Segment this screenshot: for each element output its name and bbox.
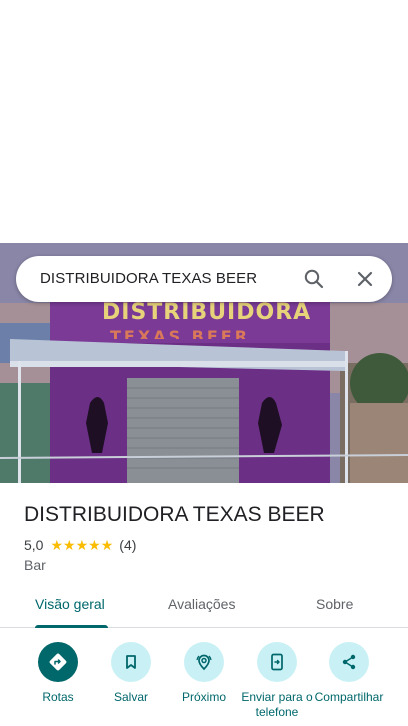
tab-reviews[interactable]: Avaliações: [168, 596, 235, 612]
directions-label: Rotas: [42, 690, 74, 704]
send-to-phone-button[interactable]: Enviar para o telefone: [237, 642, 317, 726]
tab-active-indicator: [35, 625, 108, 628]
save-button[interactable]: Salvar: [91, 642, 171, 705]
place-title: DISTRIBUIDORA TEXAS BEER: [24, 503, 325, 526]
send-to-phone-icon[interactable]: [257, 642, 297, 682]
review-count[interactable]: (4): [119, 537, 136, 553]
directions-icon[interactable]: [38, 642, 78, 682]
send-to-phone-label: Enviar para o telefone: [241, 690, 313, 719]
place-category: Bar: [24, 557, 46, 573]
star-icon: ★: [88, 537, 101, 553]
share-icon[interactable]: [329, 642, 369, 682]
search-icon[interactable]: [302, 267, 326, 291]
map-area[interactable]: [0, 0, 408, 243]
nearby-label: Próximo: [181, 690, 226, 704]
star-icon: ★: [75, 537, 89, 553]
search-query-text[interactable]: DISTRIBUIDORA TEXAS BEER: [40, 270, 257, 287]
nearby-icon[interactable]: [184, 642, 224, 682]
sign-text: DISTRIBUIDORA: [102, 300, 312, 325]
sign-text-2: TEXAS BEER: [110, 327, 251, 339]
nearby-button[interactable]: Próximo: [164, 642, 244, 705]
star-icon: ★: [100, 537, 114, 553]
rating-value: 5,0: [24, 537, 44, 553]
tab-overview[interactable]: Visão geral: [35, 596, 105, 612]
bookmark-icon[interactable]: [111, 642, 151, 682]
share-button[interactable]: Compartilhar: [309, 642, 389, 726]
search-bar[interactable]: DISTRIBUIDORA TEXAS BEER: [16, 256, 392, 302]
place-tabs: Visão geral Avaliações Sobre: [0, 582, 408, 628]
rating-stars: ★ ★ ★ ★ ★: [50, 538, 113, 552]
directions-button[interactable]: Rotas: [18, 642, 98, 705]
tab-about[interactable]: Sobre: [316, 596, 353, 612]
rating-row[interactable]: 5,0 ★ ★ ★ ★ ★ (4): [24, 536, 136, 554]
star-icon: ★: [63, 537, 76, 553]
star-icon: ★: [50, 537, 64, 553]
share-label: Compartilhar: [314, 690, 384, 704]
save-label: Salvar: [113, 690, 148, 704]
close-icon[interactable]: [353, 267, 377, 291]
